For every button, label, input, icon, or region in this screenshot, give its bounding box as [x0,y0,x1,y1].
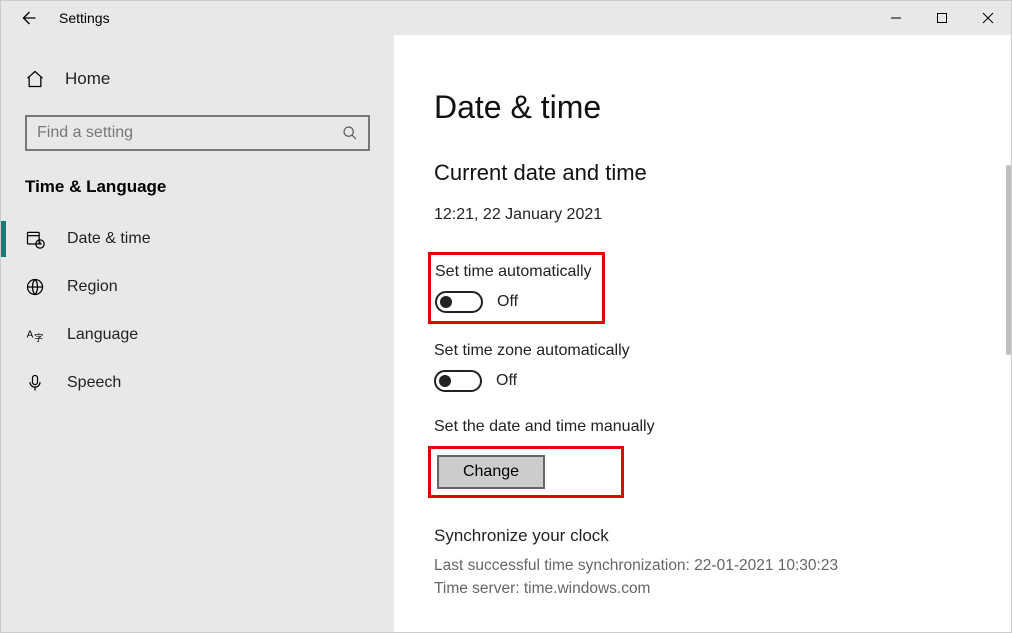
auto-time-label: Set time automatically [435,263,592,281]
highlight-change: Change [428,446,624,498]
sidebar-item-language[interactable]: A字 Language [1,311,394,359]
section-current-title: Current date and time [434,160,971,186]
sidebar-home[interactable]: Home [1,57,394,101]
sidebar-item-speech[interactable]: Speech [1,359,394,407]
auto-tz-label: Set time zone automatically [434,342,971,360]
manual-label: Set the date and time manually [434,418,971,436]
svg-text:A: A [27,330,34,341]
minimize-button[interactable] [873,1,919,35]
auto-tz-toggle[interactable] [434,370,482,392]
search-icon [342,125,358,141]
close-button[interactable] [965,1,1011,35]
window-title: Settings [59,10,110,26]
calendar-clock-icon [25,229,45,249]
scrollbar[interactable] [1006,165,1011,355]
home-icon [25,69,45,89]
auto-tz-state: Off [496,372,517,390]
sidebar: Home Time & Language Date & time [1,35,394,632]
page-title: Date & time [434,89,971,126]
main-content: Date & time Current date and time 12:21,… [394,35,1011,632]
sidebar-home-label: Home [65,69,110,89]
sidebar-category: Time & Language [1,151,394,215]
sidebar-item-region[interactable]: Region [1,263,394,311]
sidebar-item-label: Speech [67,374,121,392]
microphone-icon [25,373,45,393]
current-datetime: 12:21, 22 January 2021 [434,206,971,224]
change-button[interactable]: Change [437,455,545,489]
sidebar-item-label: Language [67,326,138,344]
auto-time-state: Off [497,293,518,311]
sync-last: Last successful time synchronization: 22… [434,554,971,577]
svg-text:字: 字 [34,332,43,343]
sidebar-item-label: Date & time [67,230,151,248]
auto-time-toggle[interactable] [435,291,483,313]
search-input[interactable] [37,124,332,142]
back-icon[interactable] [19,9,37,27]
maximize-button[interactable] [919,1,965,35]
titlebar: Settings [1,1,1011,35]
sidebar-item-label: Region [67,278,118,296]
highlight-auto-time: Set time automatically Off [428,252,605,324]
language-icon: A字 [25,325,45,345]
search-box[interactable] [25,115,370,151]
globe-icon [25,277,45,297]
sync-server: Time server: time.windows.com [434,577,971,600]
sync-header: Synchronize your clock [434,526,971,546]
sidebar-item-date-time[interactable]: Date & time [1,215,394,263]
